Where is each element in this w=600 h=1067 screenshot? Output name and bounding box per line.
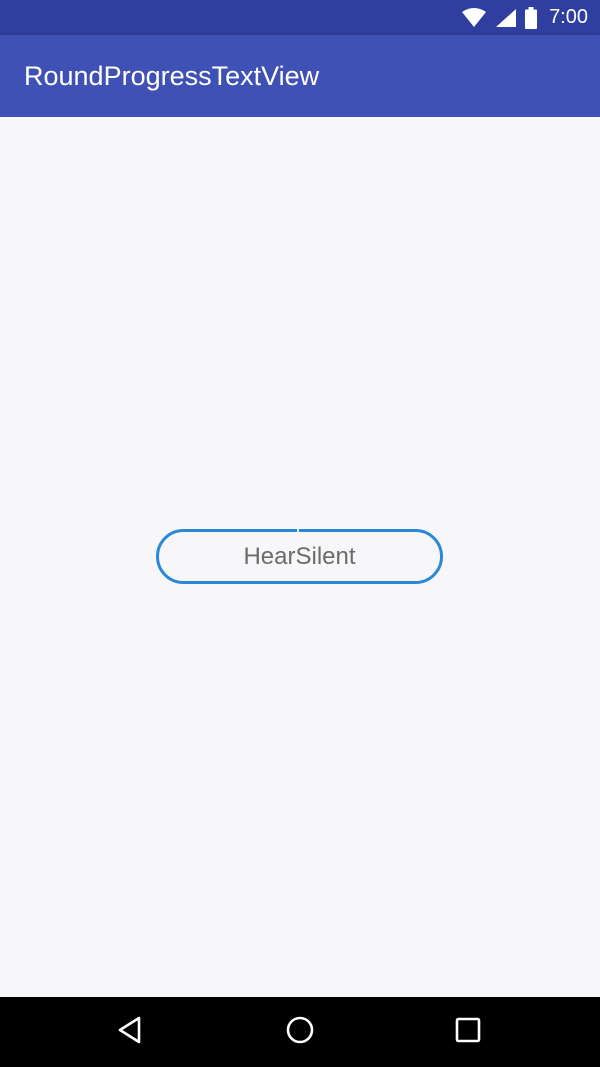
round-progress-text-view[interactable]: HearSilent <box>156 529 443 584</box>
status-bar: 7:00 <box>0 0 600 35</box>
app-title: RoundProgressTextView <box>24 60 320 91</box>
back-icon <box>115 1015 145 1049</box>
battery-icon <box>525 6 538 29</box>
status-time: 7:00 <box>549 6 588 28</box>
home-icon <box>285 1015 315 1049</box>
back-button[interactable] <box>90 997 170 1067</box>
wifi-icon <box>461 7 487 28</box>
navigation-bar <box>0 997 600 1067</box>
recents-icon <box>454 1016 482 1048</box>
app-bar: RoundProgressTextView <box>0 35 600 117</box>
recents-button[interactable] <box>428 997 508 1067</box>
round-progress-label: HearSilent <box>243 542 356 570</box>
signal-icon <box>495 8 517 28</box>
home-button[interactable] <box>260 997 340 1067</box>
progress-start-mark <box>297 526 299 532</box>
